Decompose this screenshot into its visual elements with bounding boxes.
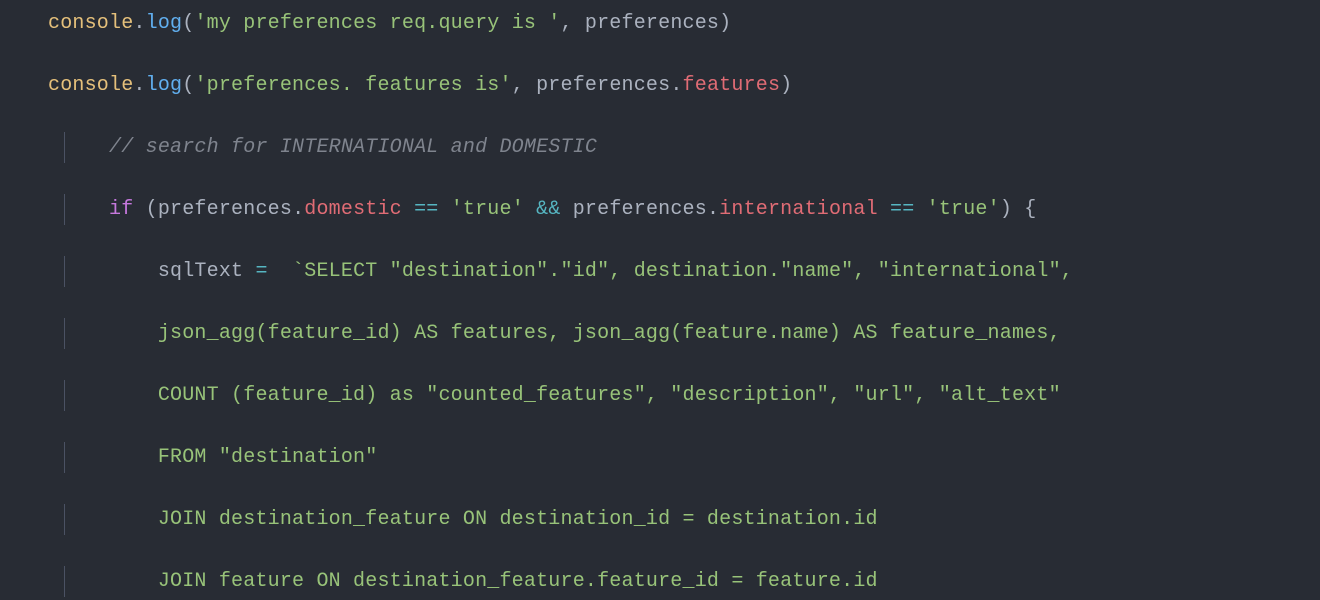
code-editor[interactable]: console.log('my preferences req.query is…	[0, 0, 1320, 600]
code-line: if (preferences.domestic == 'true' && pr…	[0, 194, 1320, 225]
code-line: console.log('preferences. features is', …	[0, 70, 1320, 101]
code-line: sqlText = `SELECT "destination"."id", de…	[0, 256, 1320, 287]
code-line: JOIN feature ON destination_feature.feat…	[0, 566, 1320, 597]
code-line: JOIN destination_feature ON destination_…	[0, 504, 1320, 535]
token-keyword: if	[109, 198, 133, 221]
token-comment: // search for INTERNATIONAL and DOMESTIC	[109, 136, 597, 159]
token-operator: ==	[402, 198, 451, 221]
code-line: FROM "destination"	[0, 442, 1320, 473]
code-line: // search for INTERNATIONAL and DOMESTIC	[0, 132, 1320, 163]
code-line: json_agg(feature_id) AS features, json_a…	[0, 318, 1320, 349]
token-function: log	[146, 12, 183, 35]
code-line: COUNT (feature_id) as "counted_features"…	[0, 380, 1320, 411]
code-line: console.log('my preferences req.query is…	[0, 8, 1320, 39]
token-object: console	[48, 12, 133, 35]
token-string: 'my preferences req.query is '	[194, 12, 560, 35]
